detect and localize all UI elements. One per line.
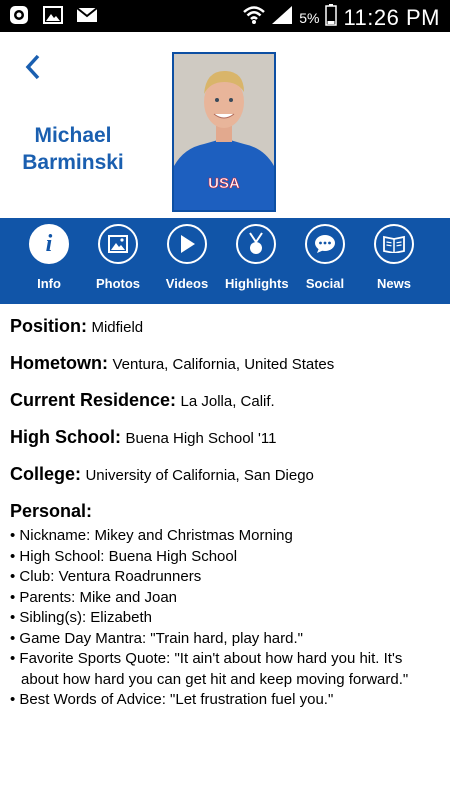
list-item: • Nickname: Mikey and Christmas Morning [10, 527, 293, 544]
tab-videos[interactable]: Videos [156, 224, 218, 298]
high-school-row: High School: Buena High School '11 [10, 427, 440, 448]
player-name: Michael Barminski [8, 122, 138, 176]
notification-icons [8, 5, 98, 25]
tab-videos-label: Videos [165, 276, 209, 291]
tab-photos-label: Photos [95, 276, 141, 291]
list-item: • Sibling(s): Elizabeth [10, 609, 152, 626]
hometown-label: Hometown: [10, 353, 108, 373]
tab-news-label: News [377, 276, 411, 291]
gallery-icon [42, 5, 64, 25]
residence-value: La Jolla, Calif. [180, 393, 275, 410]
high-school-value: Buena High School '11 [125, 430, 277, 447]
play-icon [167, 224, 207, 264]
tab-photos[interactable]: Photos [87, 224, 149, 298]
position-value: Midfield [91, 319, 144, 336]
college-row: College: University of California, San D… [10, 464, 440, 485]
signal-icon [271, 5, 293, 31]
personal-list: • Nickname: Mikey and Christmas Morning … [10, 526, 440, 711]
tab-info[interactable]: i Info [18, 224, 80, 298]
list-item: • Game Day Mantra: "Train hard, play har… [10, 629, 303, 647]
tab-highlights-label: Highlights [225, 276, 289, 291]
list-item: • Club: Ventura Roadrunners [10, 568, 202, 585]
residence-label: Current Residence: [10, 390, 177, 410]
system-status: 5% 11:26 PM [243, 4, 440, 32]
back-button[interactable] [18, 50, 52, 84]
list-item: • Parents: Mike and Joan [10, 588, 178, 606]
tab-social-label: Social [305, 276, 345, 291]
tab-highlights[interactable]: Highlights [225, 224, 289, 298]
shirt-text: USA [208, 175, 240, 192]
player-header: Michael Barminski USA [0, 32, 450, 218]
mail-icon [76, 5, 98, 25]
status-bar: 5% 11:26 PM [0, 0, 450, 32]
list-item: • Best Words of Advice: "Let frustration… [10, 691, 334, 708]
high-school-label: High School: [10, 427, 121, 447]
residence-row: Current Residence: La Jolla, Calif. [10, 390, 440, 411]
college-value: University of California, San Diego [85, 467, 314, 484]
position-label: Position: [10, 316, 87, 336]
player-first-name: Michael [34, 124, 112, 147]
wifi-icon [243, 5, 266, 31]
tab-social[interactable]: Social [294, 224, 356, 298]
list-item: • Favorite Sports Quote: "It ain't about… [10, 650, 409, 688]
medal-icon [236, 224, 276, 264]
battery-icon [325, 4, 338, 32]
list-item: • High School: Buena High School [10, 547, 238, 565]
player-photo: USA [172, 52, 276, 212]
clock: 11:26 PM [343, 5, 440, 30]
player-last-name: Barminski [22, 151, 124, 174]
tab-news[interactable]: News [363, 224, 425, 298]
profile-tab-bar: i Info Photos Videos Highlights Social N… [0, 218, 450, 304]
player-info: Position: Midfield Hometown: Ventura, Ca… [10, 316, 440, 711]
personal-heading: Personal: [10, 501, 93, 521]
messenger-icon [8, 5, 30, 25]
position-row: Position: Midfield [10, 316, 440, 337]
tab-info-label: Info [37, 276, 61, 291]
photo-icon [98, 224, 138, 264]
chat-bubble-icon [305, 224, 345, 264]
chevron-left-icon [25, 54, 40, 80]
college-label: College: [10, 464, 82, 484]
newspaper-icon [374, 224, 414, 264]
info-icon: i [29, 224, 69, 264]
hometown-row: Hometown: Ventura, California, United St… [10, 353, 440, 374]
hometown-value: Ventura, California, United States [112, 356, 335, 373]
battery-percent: 5% [299, 10, 320, 26]
